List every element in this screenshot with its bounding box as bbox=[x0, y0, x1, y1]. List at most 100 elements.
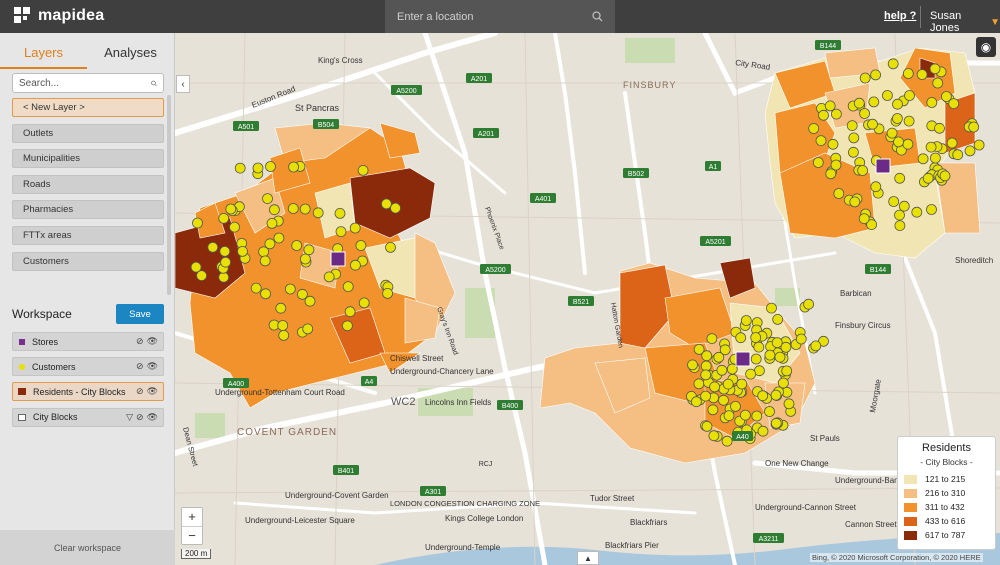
customer-point[interactable] bbox=[930, 152, 941, 164]
customer-point[interactable] bbox=[722, 378, 734, 390]
customer-point[interactable] bbox=[815, 135, 827, 146]
customer-point[interactable] bbox=[278, 329, 290, 341]
customer-point[interactable] bbox=[701, 420, 713, 432]
customer-point[interactable] bbox=[846, 120, 858, 131]
customer-point[interactable] bbox=[750, 332, 762, 343]
customer-point[interactable] bbox=[218, 271, 230, 283]
customer-point[interactable] bbox=[225, 203, 237, 215]
customer-point[interactable] bbox=[892, 113, 903, 124]
customer-point[interactable] bbox=[700, 360, 712, 372]
customer-point[interactable] bbox=[207, 241, 219, 253]
save-button[interactable]: Save bbox=[116, 304, 164, 324]
customer-point[interactable] bbox=[818, 109, 829, 121]
collapse-sidebar-button[interactable]: ‹ bbox=[176, 75, 190, 93]
tag-icon[interactable]: ⊘ bbox=[136, 336, 144, 347]
customer-point[interactable] bbox=[706, 333, 718, 345]
customer-point[interactable] bbox=[929, 63, 941, 75]
customer-point[interactable] bbox=[848, 146, 859, 158]
tag-icon[interactable]: ⊘ bbox=[136, 361, 144, 372]
customer-point[interactable] bbox=[266, 217, 278, 229]
customer-point[interactable] bbox=[770, 389, 782, 401]
customer-point[interactable] bbox=[713, 351, 725, 363]
customer-point[interactable] bbox=[299, 203, 311, 215]
customer-point[interactable] bbox=[342, 281, 354, 293]
customer-point[interactable] bbox=[973, 139, 985, 151]
customer-point[interactable] bbox=[764, 349, 776, 361]
customer-point[interactable] bbox=[772, 313, 784, 325]
customer-point[interactable] bbox=[273, 232, 285, 244]
customer-point[interactable] bbox=[344, 306, 356, 318]
eye-icon[interactable]: 👁 bbox=[147, 361, 158, 372]
workspace-item-stores[interactable]: Stores ⊘ 👁 bbox=[12, 332, 164, 351]
tag-icon[interactable]: ⊘ bbox=[136, 412, 144, 423]
customer-point[interactable] bbox=[291, 240, 303, 251]
customer-point[interactable] bbox=[886, 127, 898, 139]
customer-point[interactable] bbox=[349, 222, 361, 234]
customer-point[interactable] bbox=[700, 390, 711, 402]
customer-point[interactable] bbox=[810, 340, 822, 352]
customer-point[interactable] bbox=[795, 333, 807, 345]
customer-point[interactable] bbox=[757, 425, 769, 437]
tab-analyses[interactable]: Analyses bbox=[87, 33, 174, 71]
customer-point[interactable] bbox=[284, 283, 296, 295]
customer-point[interactable] bbox=[858, 213, 870, 225]
customer-point[interactable] bbox=[700, 369, 712, 381]
help-link[interactable]: help ? bbox=[884, 10, 916, 22]
layer-item-municipalities[interactable]: Municipalities bbox=[12, 149, 164, 169]
customer-point[interactable] bbox=[774, 351, 786, 363]
customer-point[interactable] bbox=[853, 97, 865, 109]
customer-point[interactable] bbox=[323, 271, 335, 283]
customer-point[interactable] bbox=[902, 68, 914, 79]
customer-point[interactable] bbox=[859, 108, 870, 119]
customer-point[interactable] bbox=[926, 97, 938, 108]
customer-point[interactable] bbox=[827, 138, 839, 150]
customer-point[interactable] bbox=[916, 69, 928, 80]
customer-point[interactable] bbox=[903, 115, 915, 127]
customer-point[interactable] bbox=[870, 181, 882, 193]
customer-point[interactable] bbox=[892, 98, 903, 110]
customer-point[interactable] bbox=[385, 241, 396, 253]
customer-point[interactable] bbox=[825, 168, 837, 180]
customer-point[interactable] bbox=[190, 261, 202, 273]
customer-point[interactable] bbox=[830, 159, 842, 171]
layer-item-pharmacies[interactable]: Pharmacies bbox=[12, 200, 164, 220]
customer-point[interactable] bbox=[917, 153, 929, 165]
location-search[interactable] bbox=[385, 0, 615, 33]
customer-point[interactable] bbox=[888, 196, 900, 207]
customer-point[interactable] bbox=[262, 193, 273, 205]
customer-point[interactable] bbox=[709, 381, 720, 393]
layer-item-fttx-areas[interactable]: FTTx areas bbox=[12, 225, 164, 245]
customer-point[interactable] bbox=[771, 337, 783, 349]
customer-point[interactable] bbox=[299, 253, 311, 265]
customer-point[interactable] bbox=[220, 256, 231, 268]
layer-item-outlets[interactable]: Outlets bbox=[12, 123, 164, 143]
customer-point[interactable] bbox=[357, 164, 369, 176]
map-svg[interactable]: King's Cross St Pancras FINSBURY City Ro… bbox=[175, 33, 1000, 565]
customer-point[interactable] bbox=[753, 341, 765, 353]
customer-point[interactable] bbox=[358, 297, 370, 309]
eye-icon[interactable]: 👁 bbox=[147, 412, 158, 423]
customer-point[interactable] bbox=[735, 332, 747, 344]
customer-point[interactable] bbox=[848, 132, 860, 144]
customer-point[interactable] bbox=[750, 353, 762, 365]
customer-point[interactable] bbox=[287, 203, 299, 214]
search-icon[interactable] bbox=[592, 11, 603, 22]
customer-point[interactable] bbox=[218, 212, 230, 224]
customer-point[interactable] bbox=[349, 259, 361, 271]
customer-point[interactable] bbox=[934, 122, 945, 134]
customer-point[interactable] bbox=[341, 320, 353, 332]
customer-point[interactable] bbox=[730, 400, 741, 412]
customer-point[interactable] bbox=[946, 137, 958, 149]
customer-point[interactable] bbox=[716, 364, 728, 376]
customer-point[interactable] bbox=[867, 118, 878, 130]
customer-point[interactable] bbox=[260, 288, 271, 300]
customer-point[interactable] bbox=[757, 390, 769, 402]
customer-point[interactable] bbox=[335, 226, 347, 238]
customer-point[interactable] bbox=[736, 378, 748, 390]
customer-point[interactable] bbox=[894, 220, 906, 232]
customer-point[interactable] bbox=[250, 282, 262, 294]
eye-icon[interactable]: 👁 bbox=[147, 336, 158, 347]
customer-point[interactable] bbox=[334, 207, 346, 219]
customer-point[interactable] bbox=[355, 240, 367, 251]
customer-point[interactable] bbox=[868, 96, 880, 108]
